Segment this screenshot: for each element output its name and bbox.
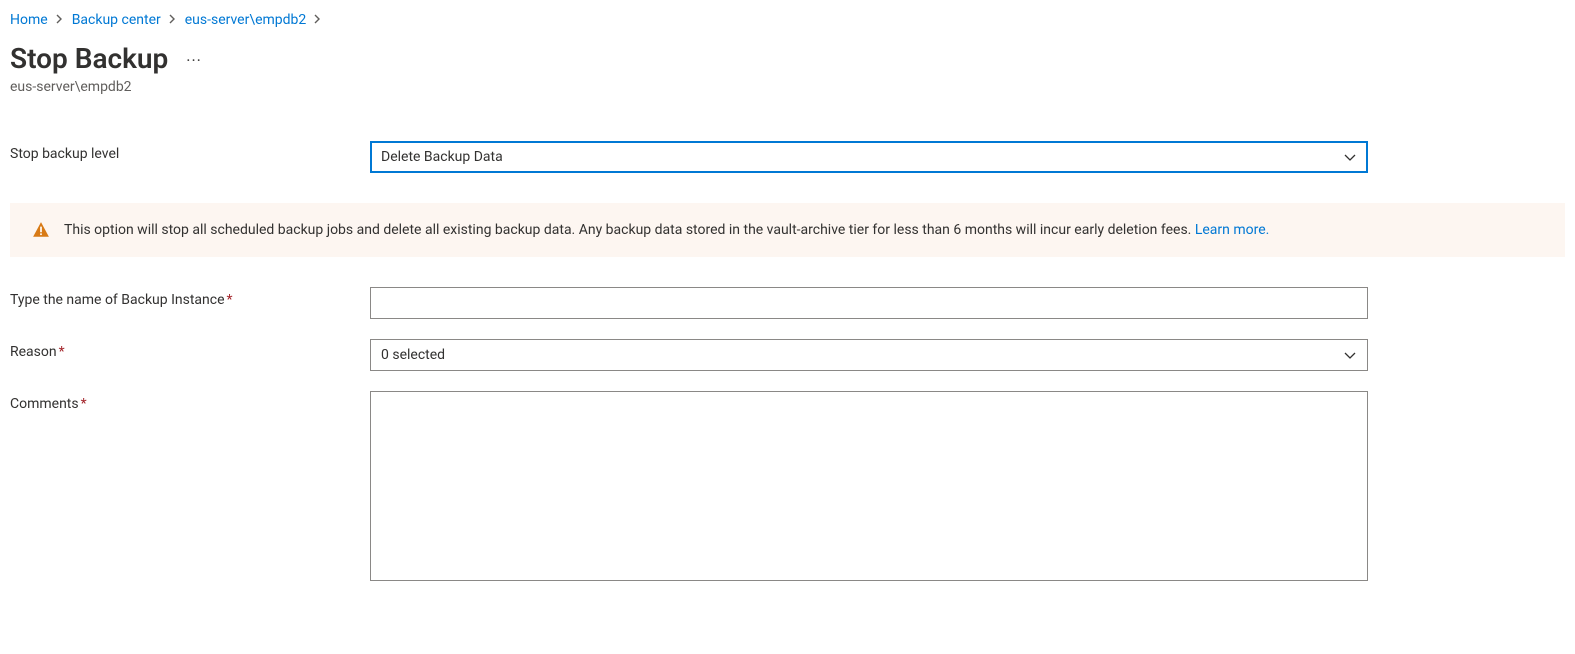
chevron-down-icon <box>1343 150 1357 164</box>
stop-backup-level-value: Delete Backup Data <box>381 149 503 165</box>
chevron-right-icon <box>314 13 322 27</box>
reason-value: 0 selected <box>381 347 445 363</box>
stop-backup-level-select[interactable]: Delete Backup Data <box>370 141 1368 173</box>
instance-name-label: Type the name of Backup Instance* <box>10 287 370 308</box>
warning-icon <box>32 221 50 239</box>
reason-label: Reason* <box>10 339 370 360</box>
page-subtitle: eus-server\empdb2 <box>10 79 1565 95</box>
breadcrumb: Home Backup center eus-server\empdb2 <box>10 12 1565 28</box>
reason-select[interactable]: 0 selected <box>370 339 1368 371</box>
stop-backup-level-label: Stop backup level <box>10 141 370 162</box>
breadcrumb-home[interactable]: Home <box>10 12 48 28</box>
chevron-right-icon <box>169 13 177 27</box>
breadcrumb-backup-center[interactable]: Backup center <box>72 12 161 28</box>
learn-more-link[interactable]: Learn more. <box>1195 222 1270 238</box>
breadcrumb-instance[interactable]: eus-server\empdb2 <box>185 12 307 28</box>
comments-label: Comments* <box>10 391 370 412</box>
chevron-down-icon <box>1343 348 1357 362</box>
instance-name-input[interactable] <box>370 287 1368 319</box>
page-title: Stop Backup <box>10 42 168 75</box>
warning-banner: This option will stop all scheduled back… <box>10 203 1565 257</box>
chevron-right-icon <box>56 13 64 27</box>
more-icon[interactable]: ··· <box>186 47 202 70</box>
comments-textarea[interactable] <box>370 391 1368 581</box>
warning-text: This option will stop all scheduled back… <box>64 222 1269 238</box>
